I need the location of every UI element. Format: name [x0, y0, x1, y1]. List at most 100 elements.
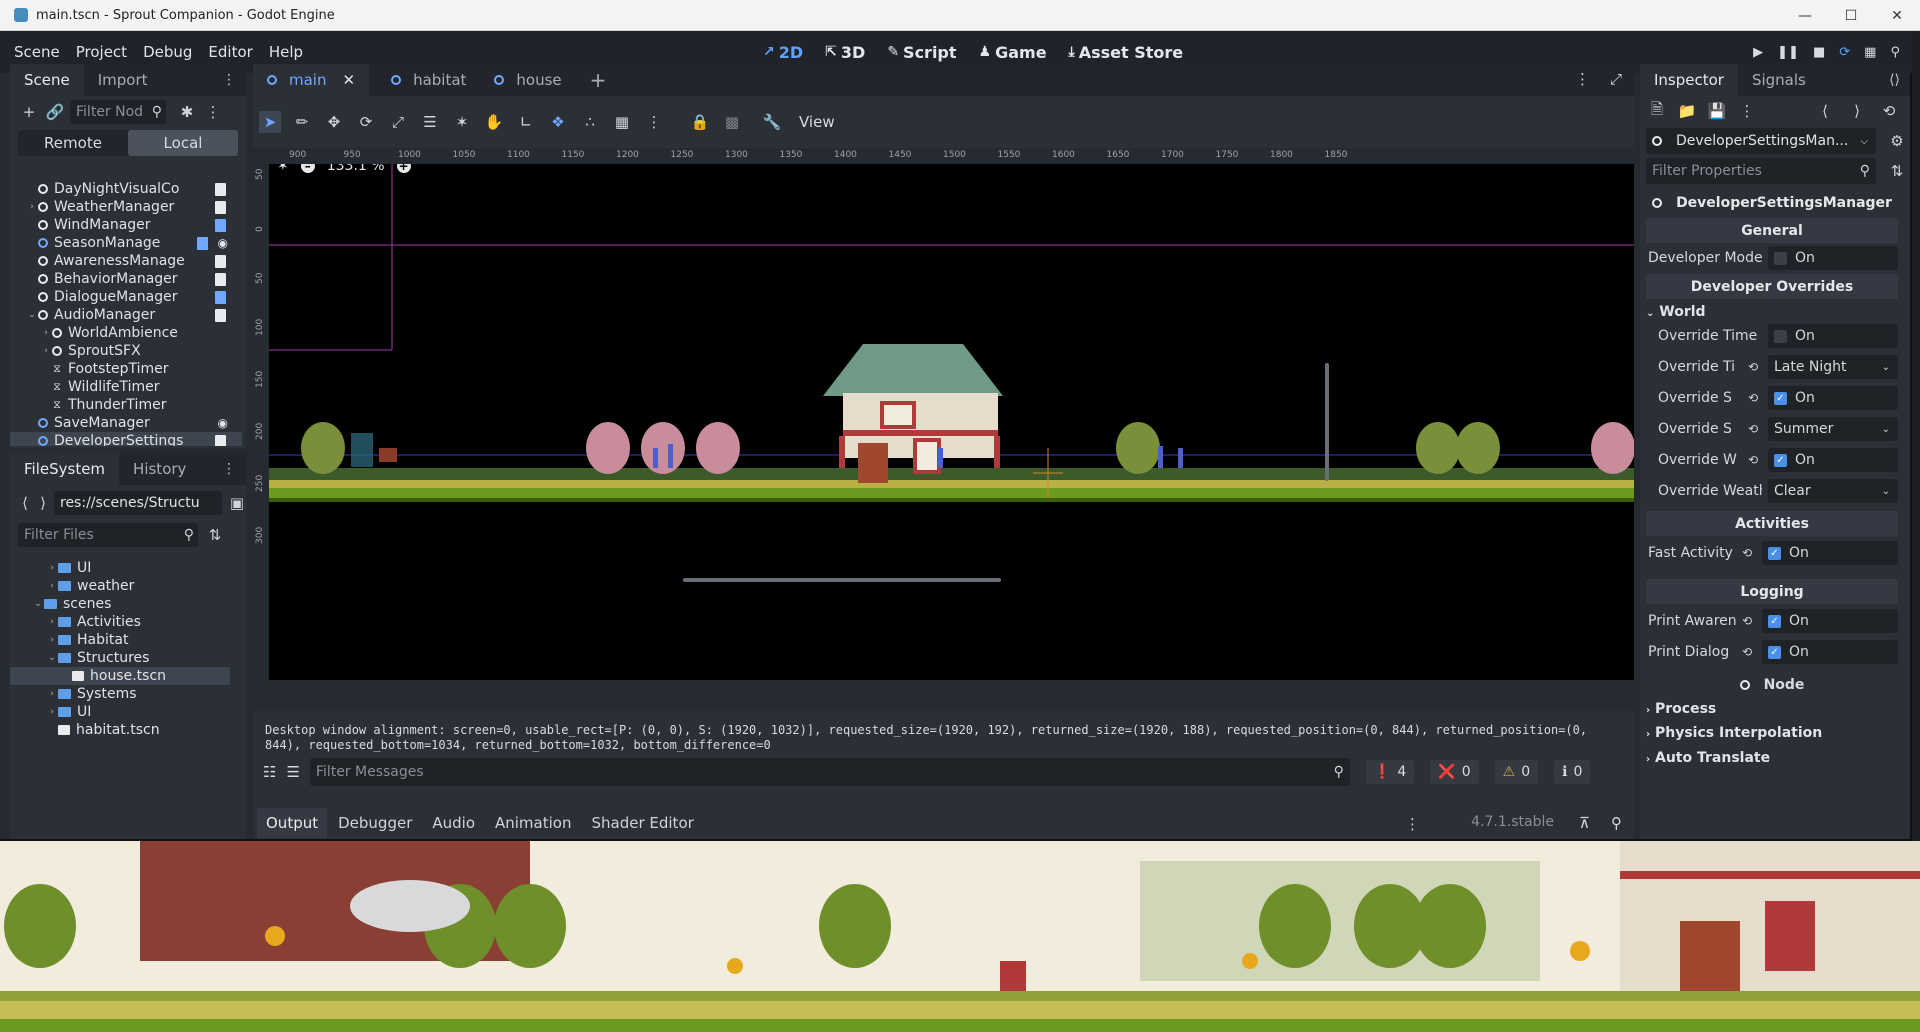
distraction-free-icon[interactable]: ⤢ [1610, 70, 1622, 88]
path-field[interactable]: res://scenes/Structu [54, 491, 222, 515]
history-forward-icon[interactable]: ⟩ [1846, 100, 1868, 122]
menu-help[interactable]: Help [261, 43, 311, 61]
tab-output[interactable]: Output [257, 808, 328, 838]
menu-editor[interactable]: Editor [200, 43, 260, 61]
smart-snap-icon[interactable]: ❖ [547, 111, 569, 133]
list-select-icon[interactable]: ☰ [419, 111, 441, 133]
tab-audio[interactable]: Audio [423, 808, 484, 838]
override-w-checkbox[interactable]: ✓ On [1768, 448, 1898, 472]
file-item[interactable]: habitat.tscn [10, 721, 160, 739]
workspace-game-button[interactable]: ♟ Game [970, 43, 1056, 62]
pause-icon[interactable]: ❚❚ [1777, 45, 1799, 60]
scene-tree-node[interactable]: › WorldAmbience [10, 324, 242, 342]
tab-scene[interactable]: Scene [10, 64, 84, 96]
minimize-button[interactable]: — [1782, 0, 1828, 31]
group-world[interactable]: ⌄ World [1646, 304, 1706, 320]
pivot-icon[interactable]: ✶ [451, 111, 473, 133]
section-activities[interactable]: Activities [1646, 511, 1898, 536]
expand-arrow-icon[interactable]: › [46, 707, 58, 717]
scene-tree-node[interactable]: AwarenessManage [10, 252, 242, 270]
override-weather-dropdown[interactable]: Clear ⌄ [1768, 479, 1898, 503]
section-developer-overrides[interactable]: Developer Overrides [1646, 274, 1898, 299]
split-view-icon[interactable]: ▣ [226, 492, 248, 514]
resource-menu-icon[interactable]: ⋮ [1736, 100, 1758, 122]
tab-import[interactable]: Import [84, 64, 162, 96]
override-season-dropdown[interactable]: Summer ⌄ [1768, 417, 1898, 441]
tab-habitat[interactable]: habitat [377, 64, 480, 96]
more-options-icon[interactable]: ⋮ [643, 111, 665, 133]
script-icon[interactable] [215, 182, 226, 196]
revert-icon[interactable]: ⟲ [1748, 422, 1758, 436]
movie-maker-icon[interactable]: ▦ [1864, 45, 1876, 60]
messages-filter-button[interactable]: ❗ 4 [1365, 760, 1415, 784]
script-icon[interactable] [215, 434, 226, 446]
revert-icon[interactable]: ⟲ [1748, 360, 1758, 374]
expand-arrow-icon[interactable]: › [46, 581, 58, 591]
close-window-button[interactable]: ✕ [1874, 0, 1920, 31]
scene-tabs-menu-icon[interactable]: ⋮ [1575, 70, 1590, 88]
revert-icon[interactable]: ⟲ [1742, 645, 1752, 659]
link-icon[interactable]: 🔗 [44, 101, 66, 123]
maximize-button[interactable]: ☐ [1828, 0, 1874, 31]
revert-icon[interactable]: ⟲ [1748, 391, 1758, 405]
scene-dock-menu-icon[interactable]: ⋮ [222, 72, 236, 88]
filter-properties-input[interactable]: Filter Properties ⚲ [1646, 158, 1876, 184]
scene-tree-node[interactable]: › SproutSFX [10, 342, 242, 360]
group-process[interactable]: › Process [1646, 701, 1716, 717]
play-icon[interactable]: ▶ [1753, 45, 1763, 60]
filter-messages-input[interactable]: Filter Messages ⚲ [309, 758, 1350, 786]
script-icon[interactable] [215, 308, 226, 322]
scene-tree-node[interactable]: ⧖ WildlifeTimer [10, 378, 242, 396]
errors-filter-button[interactable]: ❌ 0 [1430, 760, 1479, 784]
script-icon[interactable] [215, 272, 226, 286]
filesystem-tree[interactable]: › UI › weather ⌄ scenes › Activities › Habitat ⌄ St… [10, 557, 246, 837]
script-icon[interactable] [215, 254, 226, 268]
lock-icon[interactable]: 🔒 [689, 111, 711, 133]
filter-nodes-input[interactable]: Filter Nod ⚲ [70, 100, 166, 124]
tab-shader-editor[interactable]: Shader Editor [582, 808, 702, 838]
expand-arrow-icon[interactable]: › [46, 617, 58, 627]
tab-animation[interactable]: Animation [486, 808, 580, 838]
workspace-asset-store-button[interactable]: ⤓ Asset Store [1060, 43, 1193, 62]
folder-item[interactable]: › weather [10, 577, 134, 595]
script-icon[interactable] [215, 218, 226, 232]
info-filter-button[interactable]: ℹ0 [1554, 760, 1591, 784]
group-icon[interactable]: ▩ [721, 111, 743, 133]
tab-signals[interactable]: Signals [1738, 64, 1820, 96]
revert-icon[interactable]: ⟲ [1742, 614, 1752, 628]
property-options-icon[interactable]: ⇅ [1886, 160, 1908, 182]
folder-item[interactable]: › UI [10, 559, 91, 577]
script-icon[interactable] [197, 236, 208, 250]
scene-tree-node[interactable]: WindManager [10, 216, 242, 234]
menu-scene[interactable]: Scene [6, 43, 68, 61]
object-info-icon[interactable]: ⚙ [1886, 130, 1908, 152]
sort-icon[interactable]: ⇅ [204, 524, 226, 546]
rotate-mode-icon[interactable]: ⟳ [355, 111, 377, 133]
add-node-icon[interactable]: + [18, 101, 40, 123]
revert-icon[interactable]: ⟲ [1742, 546, 1752, 560]
paint-icon[interactable]: ✏ [291, 111, 313, 133]
menu-debug[interactable]: Debug [135, 43, 200, 61]
section-general[interactable]: General [1646, 218, 1898, 243]
history-icon[interactable]: ⟲ [1878, 100, 1900, 122]
select-mode-icon[interactable]: ➤ [259, 111, 281, 133]
folder-item[interactable]: › UI [10, 703, 91, 721]
scene-tree-node[interactable]: ⌄ AudioManager [10, 306, 242, 324]
scene-tree-node[interactable]: DayNightVisualCo [10, 180, 242, 198]
pan-mode-icon[interactable]: ✋ [483, 111, 505, 133]
move-mode-icon[interactable]: ✥ [323, 111, 345, 133]
file-item[interactable]: house.tscn [10, 667, 230, 685]
stop-icon[interactable]: ■ [1813, 45, 1825, 60]
tab-inspector[interactable]: Inspector [1640, 64, 1738, 96]
expand-arrow-icon[interactable]: › [40, 346, 52, 356]
toggle-search-icon[interactable]: ☰ [286, 763, 299, 781]
scene-tree-node[interactable]: DialogueManager [10, 288, 242, 306]
scale-mode-icon[interactable]: ⤢ [387, 111, 409, 133]
local-toggle[interactable]: Local [128, 130, 238, 156]
menu-project[interactable]: Project [68, 43, 135, 61]
warnings-filter-button[interactable]: ⚠ 0 [1494, 760, 1539, 784]
clear-output-icon[interactable]: ☷ [263, 763, 276, 781]
folder-item[interactable]: › Systems [10, 685, 136, 703]
revert-icon[interactable]: ⟲ [1748, 453, 1758, 467]
scene-tree-node[interactable]: SeasonManage ◉ [10, 234, 242, 252]
